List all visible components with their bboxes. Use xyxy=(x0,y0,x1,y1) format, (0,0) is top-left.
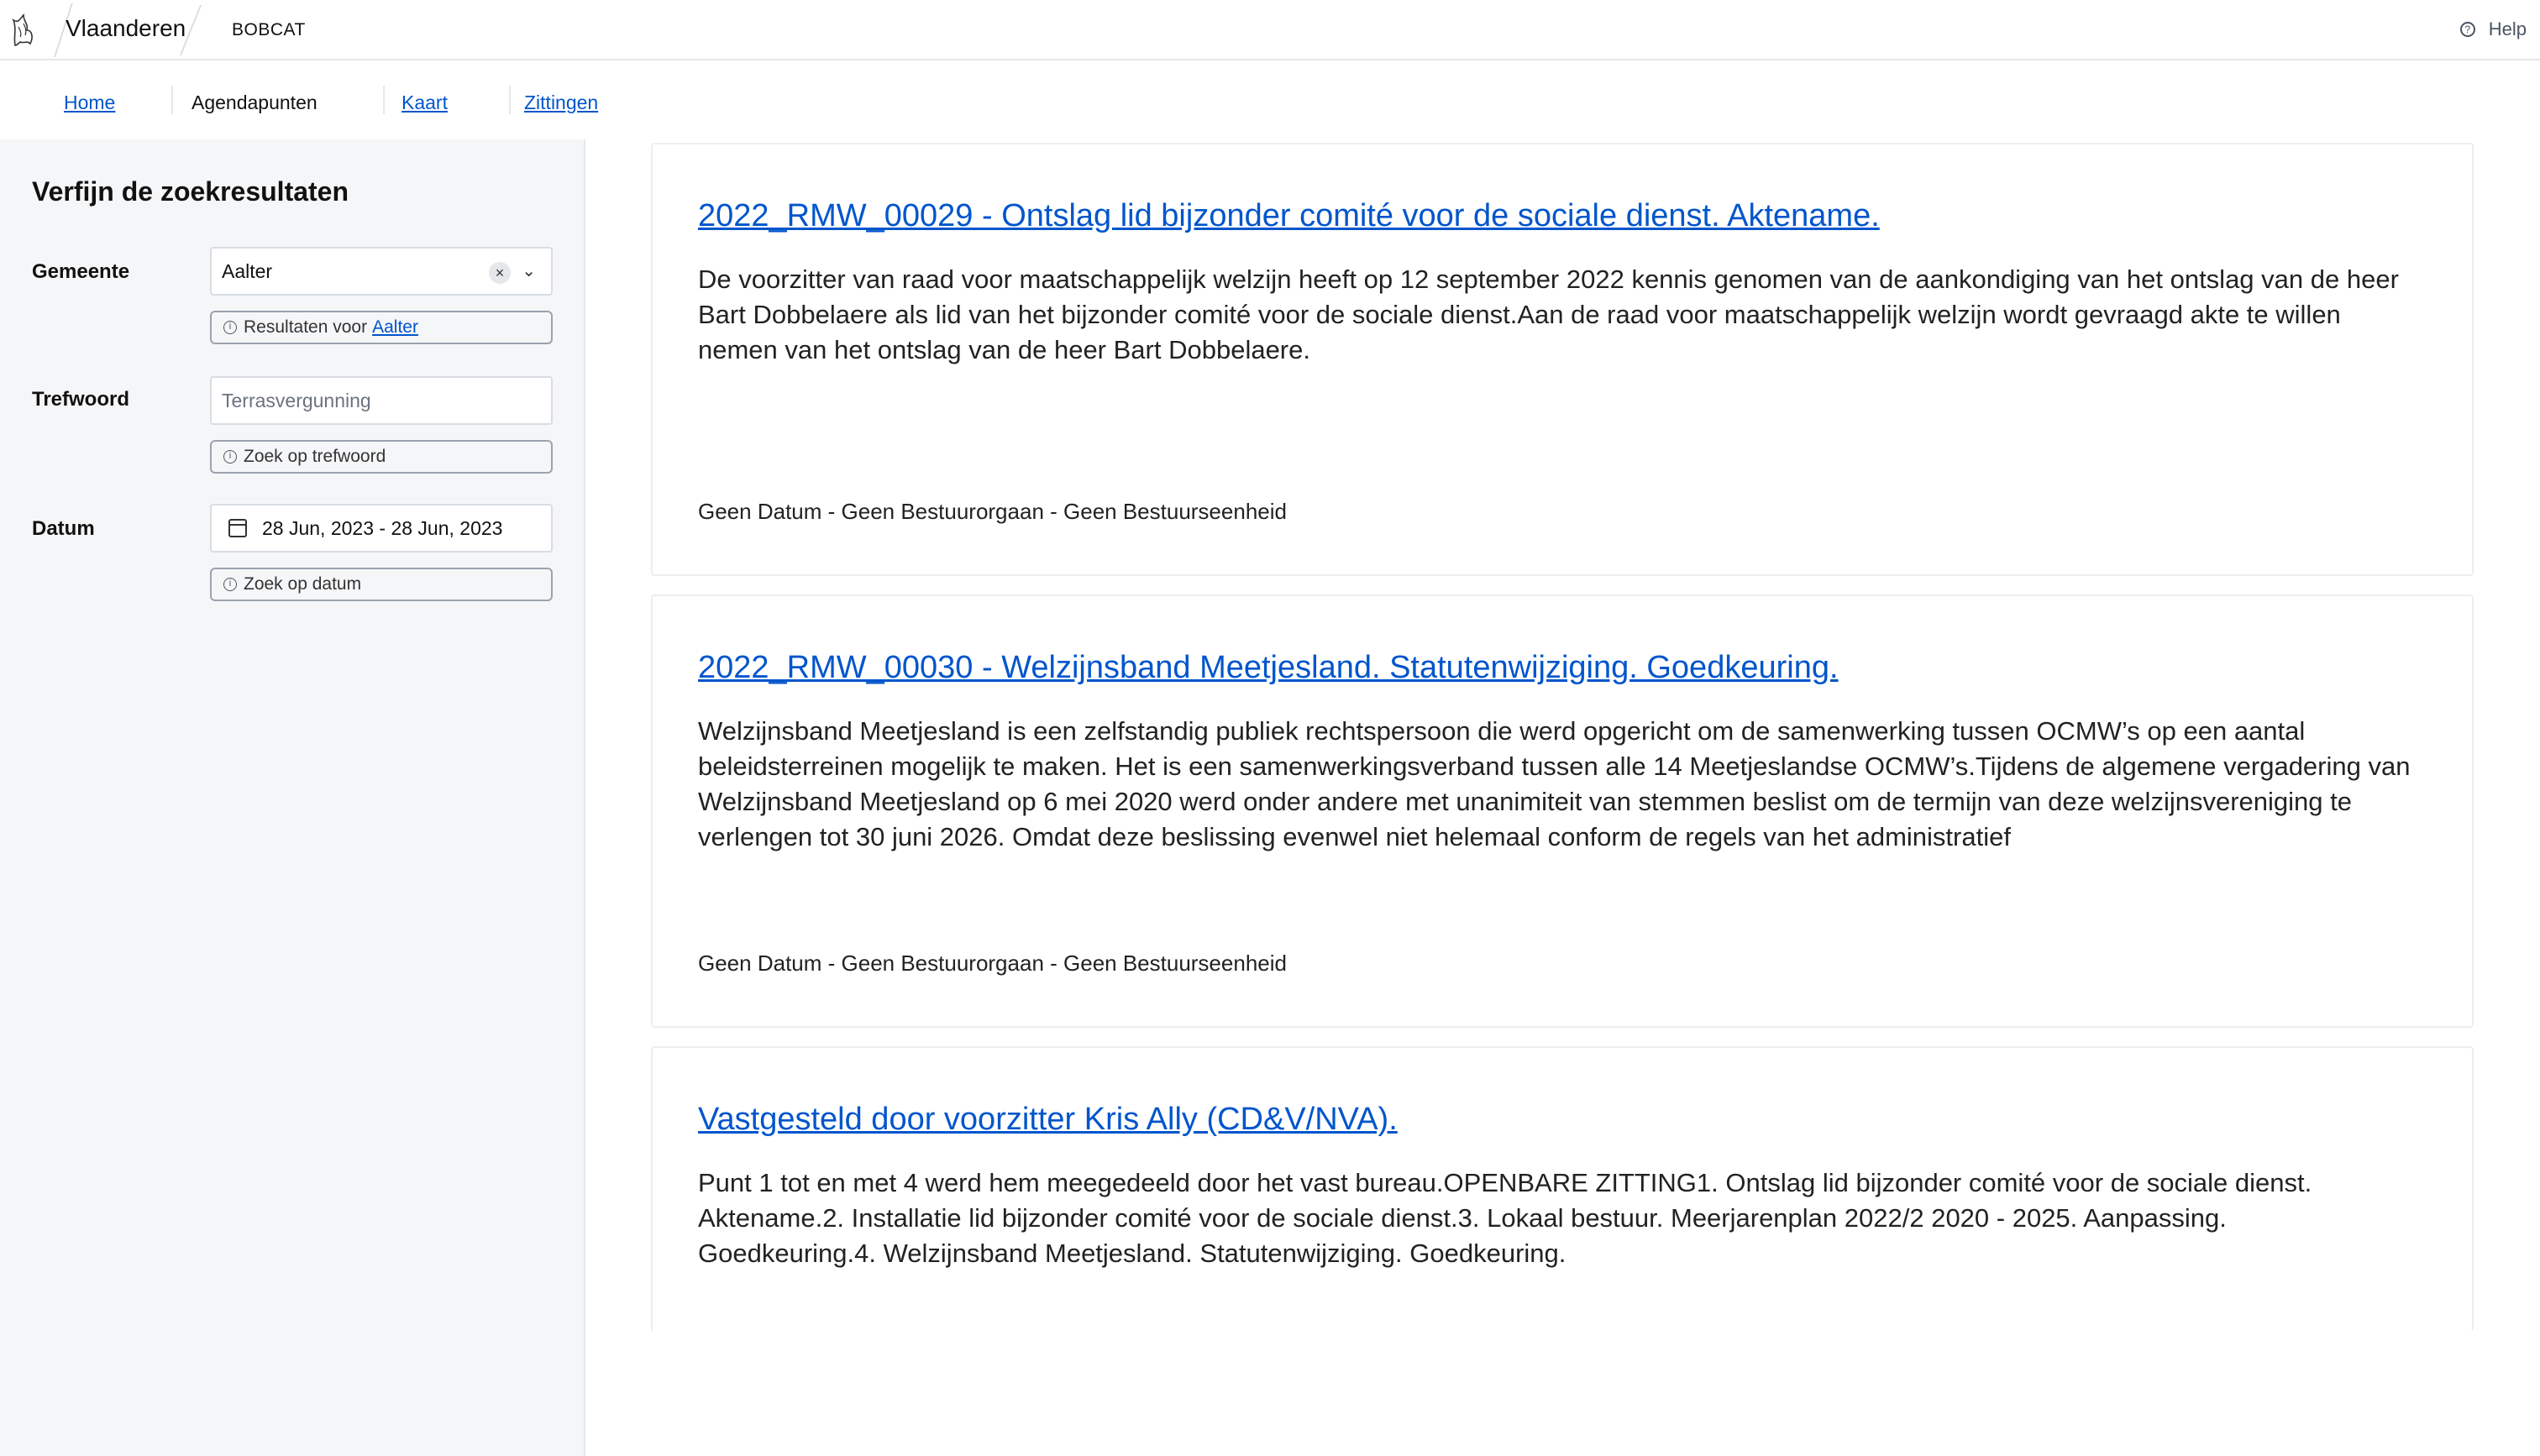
result-card: Vastgesteld door voorzitter Kris Ally (C… xyxy=(651,1046,2474,1332)
result-title-link[interactable]: Vastgesteld door voorzitter Kris Ally (C… xyxy=(698,1102,1398,1138)
nav-separator xyxy=(509,86,511,114)
trefwoord-pill-text: Zoek op trefwoord xyxy=(244,447,386,466)
result-title-link[interactable]: 2022_RMW_00029 - Ontslag lid bijzonder c… xyxy=(698,198,1880,234)
result-description: Welzijnsband Meetjesland is een zelfstan… xyxy=(698,716,2411,851)
global-header: Vlaanderen BOBCAT ? Help xyxy=(0,0,2540,60)
result-meta: Geen Datum - Geen Bestuurorgaan - Geen B… xyxy=(698,499,1287,524)
trefwoord-placeholder: Terrasvergunning xyxy=(222,389,371,411)
gemeente-pill-link[interactable]: Aalter xyxy=(372,317,418,338)
datum-label: Datum xyxy=(32,517,95,540)
datum-value: 28 Jun, 2023 - 28 Jun, 2023 xyxy=(262,516,503,539)
flanders-lion-icon[interactable] xyxy=(8,12,39,49)
nav-separator xyxy=(171,86,173,114)
result-description: Punt 1 tot en met 4 werd hem meegedeeld … xyxy=(698,1168,2312,1268)
calendar-icon xyxy=(228,519,247,537)
filter-sidebar: Verfijn de zoekresultaten Gemeente Aalte… xyxy=(0,139,585,1456)
info-icon: i xyxy=(223,578,237,591)
datum-input[interactable]: 28 Jun, 2023 - 28 Jun, 2023 xyxy=(210,504,553,553)
main-nav: Home Agendapunten Kaart Zittingen xyxy=(0,60,2540,139)
nav-separator xyxy=(383,86,385,114)
gemeente-select[interactable]: Aalter × ⌄ xyxy=(210,247,553,296)
trefwoord-input[interactable]: Terrasvergunning xyxy=(210,376,553,425)
results-list: 2022_RMW_00029 - Ontslag lid bijzonder c… xyxy=(585,139,2540,1456)
trefwoord-search-button[interactable]: i Zoek op trefwoord xyxy=(210,440,553,474)
gemeente-filter-pill[interactable]: i Resultaten voor Aalter xyxy=(210,311,553,344)
datum-pill-text: Zoek op datum xyxy=(244,574,362,594)
gemeente-value: Aalter xyxy=(222,259,273,282)
info-icon: i xyxy=(223,450,237,464)
nav-agendapunten[interactable]: Agendapunten xyxy=(192,86,318,119)
result-meta: Geen Datum - Geen Bestuurorgaan - Geen B… xyxy=(698,951,1287,976)
nav-kaart[interactable]: Kaart xyxy=(401,86,448,119)
help-label: Help xyxy=(2488,18,2527,39)
clear-icon[interactable]: × xyxy=(489,262,511,284)
trefwoord-label: Trefwoord xyxy=(32,388,130,411)
nav-zittingen[interactable]: Zittingen xyxy=(524,86,598,119)
help-link[interactable]: ? Help xyxy=(2459,18,2527,40)
nav-home[interactable]: Home xyxy=(64,86,115,119)
gemeente-label: Gemeente xyxy=(32,260,130,283)
app-name[interactable]: BOBCAT xyxy=(232,20,306,40)
sidebar-title: Verfijn de zoekresultaten xyxy=(32,176,349,207)
datum-search-button[interactable]: i Zoek op datum xyxy=(210,568,553,601)
help-circle-icon: ? xyxy=(2459,22,2475,37)
gemeente-pill-text: Resultaten voor xyxy=(244,317,368,337)
result-card: 2022_RMW_00030 - Welzijnsband Meetjeslan… xyxy=(651,594,2474,1028)
info-icon: i xyxy=(223,321,237,334)
brand-name[interactable]: Vlaanderen xyxy=(66,15,186,42)
result-title-link[interactable]: 2022_RMW_00030 - Welzijnsband Meetjeslan… xyxy=(698,650,1839,686)
chevron-down-icon[interactable]: ⌄ xyxy=(522,260,536,281)
result-card: 2022_RMW_00029 - Ontslag lid bijzonder c… xyxy=(651,143,2474,576)
result-description: De voorzitter van raad voor maatschappel… xyxy=(698,264,2399,364)
